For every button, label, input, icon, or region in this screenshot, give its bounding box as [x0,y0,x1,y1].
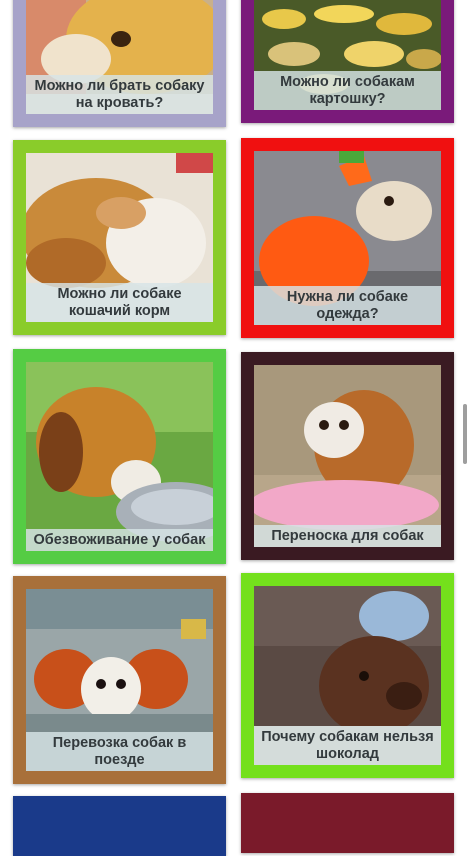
article-image: Обезвоживание у собак [26,362,213,551]
article-card-cat-food[interactable]: Можно ли собаке кошачий корм [13,140,226,335]
article-image: Перевозка собак в поезде [26,589,213,771]
article-card-dog-carrier[interactable]: Переноска для собак [241,352,454,560]
article-card-next-left[interactable] [13,796,226,856]
article-title: Можно ли собаке кошачий корм [26,283,213,322]
article-card-potato[interactable]: Можно ли собакам картошку? [241,0,454,123]
article-title: Можно ли брать собаку на кровать? [26,75,213,114]
article-card-dog-on-bed[interactable]: Можно ли брать собаку на кровать? [13,0,226,127]
article-image: Можно ли собакам картошку? [254,0,441,110]
article-title: Нужна ли собаке одежда? [254,286,441,325]
article-card-train-transport[interactable]: Перевозка собак в поезде [13,576,226,784]
article-title: Можно ли собакам картошку? [254,71,441,110]
article-image: Переноска для собак [254,365,441,547]
article-title: Перевозка собак в поезде [26,732,213,771]
article-image: Почему собакам нельзя шоколад [254,586,441,765]
article-image: Можно ли собаке кошачий корм [26,153,213,322]
article-image: Нужна ли собаке одежда? [254,151,441,325]
article-card-chocolate[interactable]: Почему собакам нельзя шоколад [241,573,454,778]
article-title: Переноска для собак [254,525,441,547]
article-title: Обезвоживание у собак [26,529,213,551]
article-title: Почему собакам нельзя шоколад [254,726,441,765]
article-card-dehydration[interactable]: Обезвоживание у собак [13,349,226,564]
article-card-dog-clothes[interactable]: Нужна ли собаке одежда? [241,138,454,338]
article-card-next-right[interactable] [241,793,454,853]
article-image: Можно ли брать собаку на кровать? [26,0,213,114]
scrollbar-thumb[interactable] [463,404,467,464]
